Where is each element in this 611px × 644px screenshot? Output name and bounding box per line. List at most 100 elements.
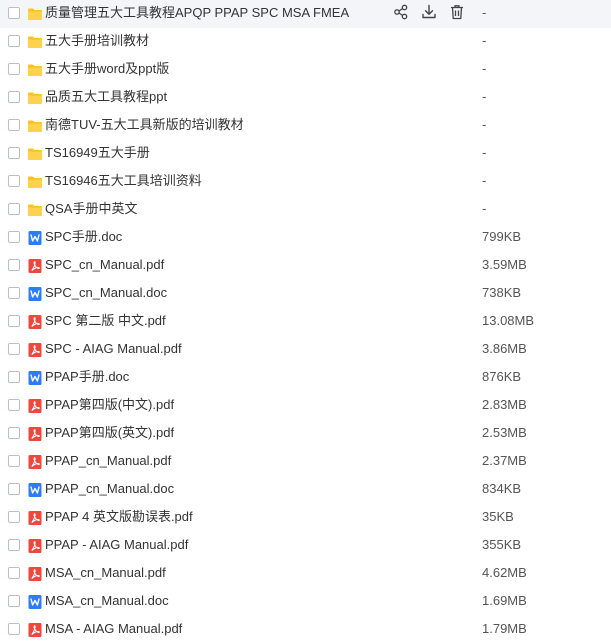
folder-row[interactable]: 质量管理五大工具教程APQP PPAP SPC MSA FMEA - [0,0,611,28]
row-checkbox[interactable] [8,287,20,299]
row-checkbox[interactable] [8,455,20,467]
row-checkbox[interactable] [8,175,20,187]
file-name[interactable]: TS16946五大工具培训资料 [45,173,202,189]
file-name[interactable]: 品质五大工具教程ppt [45,89,167,105]
download-icon[interactable] [420,3,438,21]
folder-icon [27,62,43,78]
file-name[interactable]: 质量管理五大工具教程APQP PPAP SPC MSA FMEA [45,5,349,21]
file-size: - [482,5,487,20]
row-checkbox[interactable] [8,567,20,579]
file-row[interactable]: PPAP - AIAG Manual.pdf 355KB [0,532,611,560]
pdf-icon [27,454,43,470]
file-size: - [482,173,487,188]
folder-row[interactable]: 品质五大工具教程ppt - [0,84,611,112]
file-size: 35KB [482,509,514,524]
file-name[interactable]: TS16949五大手册 [45,145,150,161]
file-name[interactable]: MSA - AIAG Manual.pdf [45,621,182,637]
row-checkbox[interactable] [8,119,20,131]
file-name[interactable]: 南德TUV-五大工具新版的培训教材 [45,117,244,133]
file-name[interactable]: PPAP_cn_Manual.doc [45,481,174,497]
file-row[interactable]: MSA_cn_Manual.pdf 4.62MB [0,560,611,588]
pdf-icon [27,426,43,442]
file-row[interactable]: SPC 第二版 中文.pdf 13.08MB [0,308,611,336]
folder-icon [27,118,43,134]
file-name[interactable]: SPC_cn_Manual.doc [45,285,167,301]
folder-icon [27,90,43,106]
row-checkbox[interactable] [8,595,20,607]
folder-row[interactable]: TS16946五大工具培训资料 - [0,168,611,196]
file-name[interactable]: PPAP_cn_Manual.pdf [45,453,171,469]
row-checkbox[interactable] [8,343,20,355]
file-size: 13.08MB [482,313,535,328]
row-checkbox[interactable] [8,7,20,19]
file-row[interactable]: SPC_cn_Manual.pdf 3.59MB [0,252,611,280]
file-row[interactable]: SPC_cn_Manual.doc 738KB [0,280,611,308]
pdf-icon [27,258,43,274]
pdf-icon [27,566,43,582]
file-size: - [482,145,487,160]
file-name[interactable]: PPAP第四版(英文).pdf [45,425,174,441]
row-checkbox[interactable] [8,623,20,635]
row-checkbox[interactable] [8,539,20,551]
row-checkbox[interactable] [8,35,20,47]
folder-icon [27,34,43,50]
row-checkbox[interactable] [8,147,20,159]
word-doc-icon [27,286,43,302]
file-name[interactable]: PPAP - AIAG Manual.pdf [45,537,188,553]
word-doc-icon [27,482,43,498]
file-row[interactable]: PPAP_cn_Manual.doc 834KB [0,476,611,504]
file-name[interactable]: MSA_cn_Manual.doc [45,593,169,609]
file-size: - [482,117,487,132]
file-name[interactable]: SPC_cn_Manual.pdf [45,257,164,273]
pdf-icon [27,622,43,638]
file-name[interactable]: PPAP第四版(中文).pdf [45,397,174,413]
row-checkbox[interactable] [8,231,20,243]
file-name[interactable]: SPC 第二版 中文.pdf [45,313,166,329]
file-size: 3.59MB [482,257,527,272]
file-name[interactable]: MSA_cn_Manual.pdf [45,565,166,581]
file-size: 2.83MB [482,397,527,412]
file-row[interactable]: SPC - AIAG Manual.pdf 3.86MB [0,336,611,364]
word-doc-icon [27,370,43,386]
file-row[interactable]: PPAP第四版(英文).pdf 2.53MB [0,420,611,448]
file-row[interactable]: PPAP_cn_Manual.pdf 2.37MB [0,448,611,476]
file-list: 质量管理五大工具教程APQP PPAP SPC MSA FMEA - 五大手册培训教… [0,0,611,640]
folder-row[interactable]: QSA手册中英文 - [0,196,611,224]
pdf-icon [27,538,43,554]
row-checkbox[interactable] [8,63,20,75]
file-row[interactable]: PPAP手册.doc 876KB [0,364,611,392]
delete-icon[interactable] [448,3,466,21]
file-size: - [482,89,487,104]
row-checkbox[interactable] [8,371,20,383]
file-name[interactable]: SPC手册.doc [45,229,122,245]
folder-row[interactable]: 五大手册word及ppt版 - [0,56,611,84]
file-size: 2.53MB [482,425,527,440]
file-size: 738KB [482,285,522,300]
share-icon[interactable] [392,3,410,21]
folder-icon [27,6,43,22]
row-checkbox[interactable] [8,203,20,215]
file-name[interactable]: SPC - AIAG Manual.pdf [45,341,182,357]
file-name[interactable]: 五大手册培训教材 [45,33,149,49]
file-row[interactable]: PPAP 4 英文版勘误表.pdf 35KB [0,504,611,532]
row-checkbox[interactable] [8,427,20,439]
file-name[interactable]: 五大手册word及ppt版 [45,61,169,77]
pdf-icon [27,398,43,414]
row-checkbox[interactable] [8,259,20,271]
row-checkbox[interactable] [8,91,20,103]
file-row[interactable]: PPAP第四版(中文).pdf 2.83MB [0,392,611,420]
file-name[interactable]: QSA手册中英文 [45,201,137,217]
file-name[interactable]: PPAP手册.doc [45,369,129,385]
row-checkbox[interactable] [8,483,20,495]
row-checkbox[interactable] [8,511,20,523]
folder-row[interactable]: 南德TUV-五大工具新版的培训教材 - [0,112,611,140]
file-row[interactable]: MSA_cn_Manual.doc 1.69MB [0,588,611,616]
row-checkbox[interactable] [8,315,20,327]
file-size: 1.69MB [482,593,527,608]
row-checkbox[interactable] [8,399,20,411]
folder-row[interactable]: 五大手册培训教材 - [0,28,611,56]
folder-row[interactable]: TS16949五大手册 - [0,140,611,168]
file-row[interactable]: SPC手册.doc 799KB [0,224,611,252]
pdf-icon [27,314,43,330]
file-name[interactable]: PPAP 4 英文版勘误表.pdf [45,509,193,525]
